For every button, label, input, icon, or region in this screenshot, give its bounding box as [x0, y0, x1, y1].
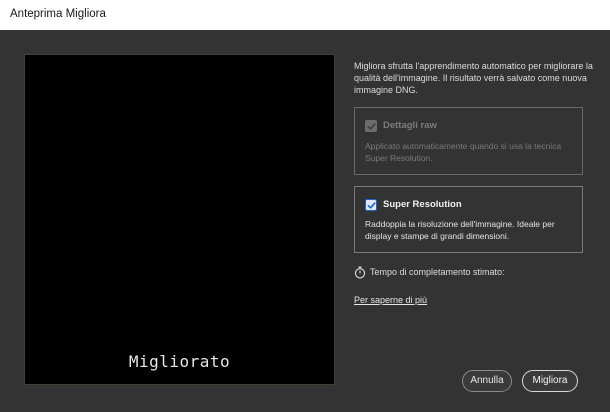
enhance-button[interactable]: Migliora [522, 370, 578, 392]
super-resolution-option[interactable]: Super Resolution Raddoppia la risoluzion… [354, 186, 583, 253]
super-resolution-checkbox[interactable] [365, 199, 377, 211]
learn-more-link[interactable]: Per saperne di più [354, 295, 427, 305]
enhance-preview-dialog: Anteprima Migliora Migliorato Migliora s… [0, 0, 610, 412]
stopwatch-icon [354, 266, 366, 279]
preview-caption: Migliorato [128, 352, 231, 371]
super-resolution-label[interactable]: Super Resolution [383, 199, 462, 211]
cancel-button[interactable]: Annulla [462, 370, 512, 392]
check-icon [367, 201, 376, 209]
super-resolution-description: Raddoppia la risoluzione dell'immagine. … [365, 219, 555, 241]
raw-details-checkbox [365, 120, 377, 132]
check-icon [367, 122, 376, 130]
raw-details-option: Dettagli raw Applicato automaticamente q… [354, 107, 583, 175]
window-title: Anteprima Migliora [10, 8, 106, 20]
title-bar[interactable]: Anteprima Migliora [0, 0, 610, 30]
preview-image: Migliorato [24, 54, 335, 385]
raw-details-description: Applicato automaticamente quando si usa … [365, 141, 562, 163]
raw-details-label: Dettagli raw [383, 120, 437, 131]
feature-description: Migliora sfrutta l'apprendimento automat… [354, 61, 593, 95]
estimated-time-label: Tempo di completamento stimato: [370, 267, 505, 277]
